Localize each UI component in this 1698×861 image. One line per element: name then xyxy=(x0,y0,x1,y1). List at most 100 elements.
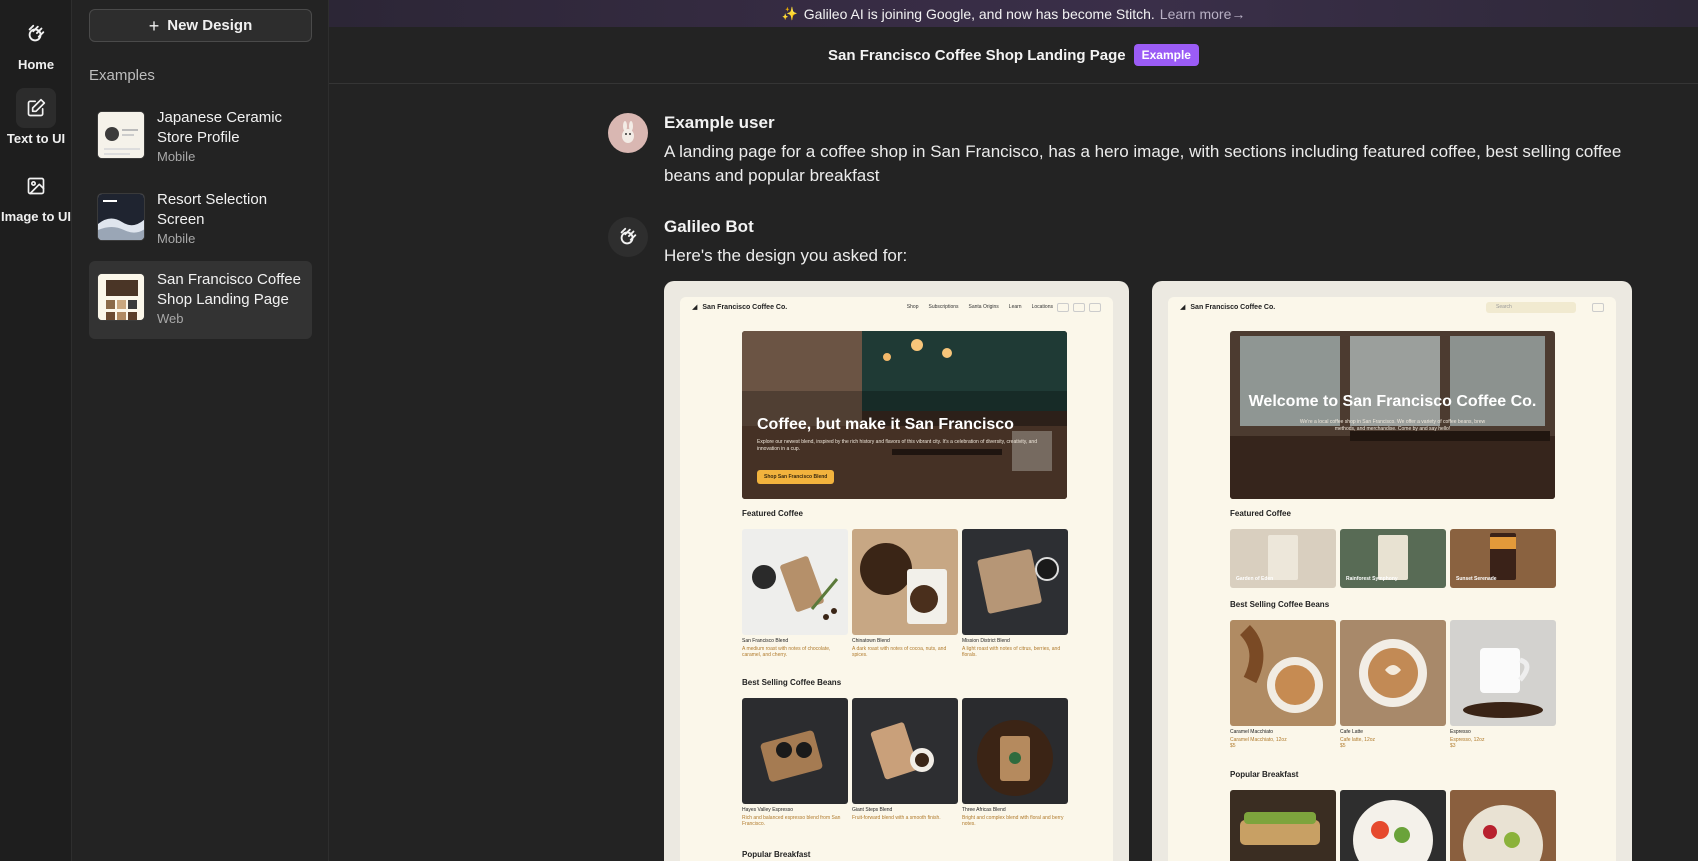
preview-product-image xyxy=(852,698,958,804)
search-icon xyxy=(1057,302,1069,312)
preview-nav-link: Learn xyxy=(1008,304,1022,310)
rail-item-text-to-ui[interactable]: Text to UI xyxy=(0,88,72,146)
example-name: Japanese Ceramic Store Profile xyxy=(157,109,283,146)
bot-message: Galileo Bot Here's the design you asked … xyxy=(608,217,1608,267)
example-name: Resort Selection Screen xyxy=(157,191,268,228)
preview-featured-title: Featured Coffee xyxy=(742,509,803,518)
brand-logo-icon: ◢ xyxy=(1180,304,1186,311)
example-type: Web xyxy=(157,311,184,326)
preview-product-price: $5 xyxy=(1340,743,1346,749)
example-name: San Francisco Coffee Shop Landing Page xyxy=(157,271,301,308)
preview-product-name: Sunset Serenade xyxy=(1456,576,1497,582)
preview-product-caption: Caramel Macchiato Caramel Macchiato, 12oz… xyxy=(1230,729,1336,749)
preview-hero-title: Coffee, but make it San Francisco xyxy=(757,416,1014,433)
rail-label-image-to-ui: Image to UI xyxy=(0,209,72,224)
new-design-label: New Design xyxy=(167,17,253,34)
preview-product-caption: Giant Steps Blend Fruit-forward blend wit… xyxy=(852,807,958,821)
preview-food-image xyxy=(1450,790,1556,861)
user-name: Example user xyxy=(664,113,775,132)
preview-product-image xyxy=(742,698,848,804)
preview-product-caption: Chinatown Blend A dark roast with notes o… xyxy=(852,638,958,658)
preview-product-caption: Three Africas Blend Bright and complex bl… xyxy=(962,807,1068,827)
user-message-text: A landing page for a coffee shop in San … xyxy=(664,142,1622,185)
preview-product-name: Cafe Latte xyxy=(1340,729,1364,735)
rail-item-home[interactable]: Home xyxy=(0,14,72,72)
examples-sidebar: + New Design Examples Japanese Ceramic S… xyxy=(72,0,329,861)
preview-product-caption: Hayes Valley Espresso Rich and balanced e… xyxy=(742,807,848,827)
preview-product-name: Espresso xyxy=(1450,729,1471,735)
preview-breakfast-title: Popular Breakfast xyxy=(1230,770,1299,779)
main-panel: ✨ Galileo AI is joining Google, and now … xyxy=(329,0,1698,861)
preview-product-caption: Mission District Blend A light roast with… xyxy=(962,638,1068,658)
preview-product-name: Hayes Valley Espresso xyxy=(742,807,794,813)
preview-hero-title: Welcome to San Francisco Coffee Co. xyxy=(1248,393,1537,410)
preview-nav-link: Shop xyxy=(906,304,919,310)
preview-featured-title: Featured Coffee xyxy=(1230,509,1291,518)
preview-product-desc: A dark roast with notes of cocoa, nuts, … xyxy=(852,646,947,658)
bot-message-text: Here's the design you asked for: xyxy=(664,246,908,265)
preview-product-image xyxy=(1230,620,1336,726)
left-rail: Home Text to UI Image to UI xyxy=(0,0,72,861)
bot-name: Galileo Bot xyxy=(664,217,754,236)
preview-food-image xyxy=(1230,790,1336,861)
preview-product-image: Garden of Eden xyxy=(1230,529,1336,588)
learn-more-link[interactable]: Learn more→ xyxy=(1160,6,1246,22)
brand-logo-icon: ◢ xyxy=(692,304,698,311)
preview-hero-subtitle: We're a local coffee shop in San Francis… xyxy=(1299,419,1486,432)
preview-product-image xyxy=(742,529,848,635)
rail-item-image-to-ui[interactable]: Image to UI xyxy=(0,166,72,224)
preview-product-price: $3 xyxy=(1450,743,1456,749)
galileo-logo-icon xyxy=(16,14,56,54)
example-type: Mobile xyxy=(157,149,196,164)
bot-avatar xyxy=(608,217,648,257)
example-badge: Example xyxy=(1133,44,1199,66)
preview-product-image xyxy=(1340,620,1446,726)
preview-search-input: Search xyxy=(1486,301,1576,313)
user-icon xyxy=(1073,302,1085,312)
edit-icon xyxy=(16,88,56,128)
preview-best-title: Best Selling Coffee Beans xyxy=(1230,600,1330,609)
conversation-header: San Francisco Coffee Shop Landing Page E… xyxy=(329,27,1698,84)
preview-product-name: Garden of Eden xyxy=(1236,576,1274,582)
preview-product-caption: San Francisco Blend A medium roast with n… xyxy=(742,638,848,658)
preview-product-image: Rainforest Symphony xyxy=(1340,529,1446,588)
example-thumbnail xyxy=(97,193,145,241)
preview-product-desc: Rich and balanced espresso blend from Sa… xyxy=(742,815,841,827)
preview-nav-link: Santa Origins xyxy=(968,304,999,310)
preview-breakfast-title: Popular Breakfast xyxy=(742,850,811,859)
app-window: Home Text to UI Image to UI + New Design… xyxy=(0,0,1698,861)
new-design-button[interactable]: + New Design xyxy=(89,9,312,42)
preview-product-desc: Fruit-forward blend with a smooth finish… xyxy=(852,815,941,821)
example-item-sf-coffee[interactable]: San Francisco Coffee Shop Landing Page W… xyxy=(89,261,312,339)
preview-hero-subtitle: Explore our newest blend, inspired by th… xyxy=(757,439,1037,452)
preview-product-image: Sunset Serenade xyxy=(1450,529,1556,588)
image-icon xyxy=(16,166,56,206)
design-preview-a-canvas: ◢ San Francisco Coffee Co. Shop Subscrip… xyxy=(680,297,1113,861)
preview-product-image xyxy=(1450,620,1556,726)
example-item-resort-selection[interactable]: Resort Selection Screen Mobile xyxy=(89,181,312,259)
preview-nav-link: Subscriptions xyxy=(928,304,959,310)
example-item-japanese-ceramic[interactable]: Japanese Ceramic Store Profile Mobile xyxy=(89,99,312,177)
preview-product-name: Rainforest Symphony xyxy=(1346,576,1398,582)
banner-text: Galileo AI is joining Google, and now ha… xyxy=(803,5,1155,22)
preview-product-price: $5 xyxy=(1230,743,1236,749)
preview-hero-image: Welcome to San Francisco Coffee Co. We'r… xyxy=(1230,331,1555,499)
preview-product-name: Three Africas Blend xyxy=(962,807,1006,813)
preview-product-name: Caramel Macchiato xyxy=(1230,729,1274,735)
preview-nav-link: Locations xyxy=(1031,304,1053,310)
example-thumbnail xyxy=(97,111,145,159)
preview-product-name: Chinatown Blend xyxy=(852,638,890,644)
design-preview-a[interactable]: ◢ San Francisco Coffee Co. Shop Subscrip… xyxy=(664,281,1129,861)
preview-hero-image: Coffee, but make it San Francisco Explor… xyxy=(742,331,1067,499)
announcement-banner: ✨ Galileo AI is joining Google, and now … xyxy=(329,0,1698,27)
preview-product-image xyxy=(962,698,1068,804)
preview-navbar: ◢ San Francisco Coffee Co. Shop Subscrip… xyxy=(680,297,1113,317)
preview-product-name: Giant Steps Blend xyxy=(852,807,893,813)
design-preview-b[interactable]: ◢ San Francisco Coffee Co. Search Welcom… xyxy=(1152,281,1632,861)
page-title: San Francisco Coffee Shop Landing Page xyxy=(828,46,1126,64)
preview-product-caption: Espresso Espresso, 12oz $3 xyxy=(1450,729,1556,749)
examples-heading: Examples xyxy=(89,67,155,84)
cart-icon xyxy=(1592,302,1604,312)
example-type: Mobile xyxy=(157,231,196,246)
user-message: Example user A landing page for a coffee… xyxy=(608,113,1621,193)
